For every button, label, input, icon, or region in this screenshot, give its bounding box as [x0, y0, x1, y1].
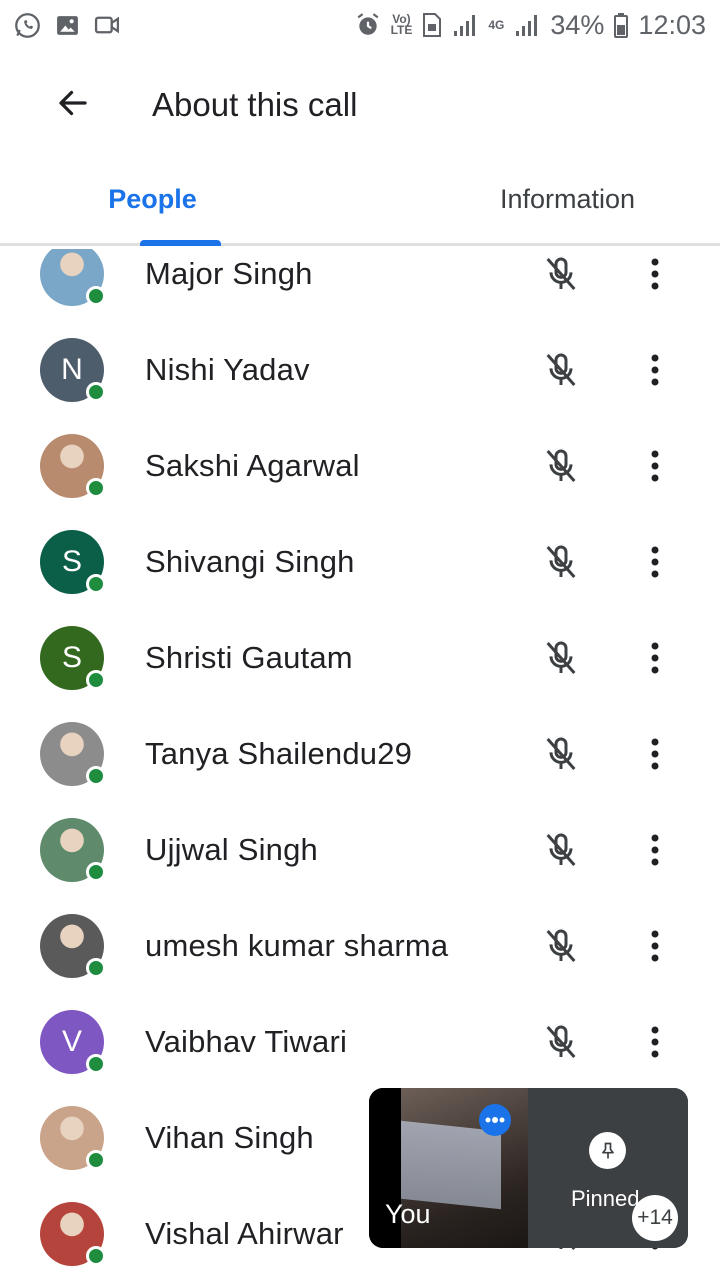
mic-off-icon[interactable]: [538, 539, 584, 585]
pinned-tile[interactable]: Pinned +14: [528, 1088, 688, 1248]
mic-off-icon[interactable]: [538, 635, 584, 681]
presence-indicator: [86, 958, 106, 978]
avatar-initial: N: [61, 353, 83, 386]
participant-name: Vishal Ahirwar: [145, 1216, 344, 1251]
participant-name: Major Singh: [145, 256, 313, 291]
status-bar: Vo) LTE 4G 34% 12:03: [0, 0, 720, 50]
tab-information-label: Information: [499, 184, 636, 214]
presence-indicator: [86, 862, 106, 882]
mic-off-icon[interactable]: [538, 923, 584, 969]
presence-indicator: [86, 670, 106, 690]
presence-indicator: [86, 382, 106, 402]
more-options-icon[interactable]: [632, 923, 678, 969]
battery-icon: [614, 12, 629, 38]
signal-icon-2: [514, 13, 540, 37]
participant-name: Nishi Yadav: [145, 352, 310, 387]
presence-indicator: [86, 478, 106, 498]
more-options-icon[interactable]: [632, 347, 678, 393]
clock: 12:03: [638, 9, 706, 40]
participant-name: Tanya Shailendu29: [145, 736, 413, 771]
participant-name: umesh kumar sharma: [145, 928, 449, 963]
mic-off-icon[interactable]: [538, 1019, 584, 1065]
presence-indicator: [86, 1150, 106, 1170]
participant-row[interactable]: Major Singh: [0, 249, 720, 322]
video-camera-icon: [94, 14, 121, 36]
network-type: 4G: [488, 17, 505, 32]
tab-people[interactable]: People: [0, 160, 385, 243]
more-participants-badge[interactable]: +14: [632, 1195, 678, 1241]
more-options-icon[interactable]: [632, 539, 678, 585]
camera-paper-image: [401, 1120, 501, 1210]
pip-window[interactable]: You Pinned +14: [369, 1088, 688, 1248]
mic-off-icon[interactable]: [538, 827, 584, 873]
app-bar: About this call: [0, 50, 720, 160]
presence-indicator: [86, 766, 106, 786]
mic-off-icon[interactable]: [538, 443, 584, 489]
whatsapp-icon: [14, 12, 41, 39]
sim-icon: [422, 12, 442, 38]
active-tab-indicator: [140, 240, 221, 246]
participant-name: Vaibhav Tiwari: [145, 1024, 348, 1059]
participant-row[interactable]: S Shristi Gautam: [0, 610, 720, 706]
more-options-icon[interactable]: [632, 251, 678, 297]
presence-indicator: [86, 574, 106, 594]
participant-row[interactable]: N Nishi Yadav: [0, 322, 720, 418]
participant-name: Shristi Gautam: [145, 640, 353, 675]
pinned-label: Pinned: [571, 1186, 640, 1211]
self-label: You: [385, 1199, 431, 1229]
more-options-icon[interactable]: [632, 731, 678, 777]
participant-row[interactable]: umesh kumar sharma: [0, 898, 720, 994]
presence-indicator: [86, 1246, 106, 1266]
presence-indicator: [86, 1054, 106, 1074]
back-button[interactable]: [28, 60, 118, 150]
participant-row[interactable]: S Shivangi Singh: [0, 514, 720, 610]
mic-off-icon[interactable]: [538, 347, 584, 393]
participant-name: Ujjwal Singh: [145, 832, 318, 867]
alarm-icon: [355, 12, 381, 38]
tab-bar: People Information: [0, 160, 720, 246]
participant-name: Sakshi Agarwal: [145, 448, 360, 483]
pin-icon: [589, 1132, 626, 1169]
mic-off-icon[interactable]: [538, 251, 584, 297]
page-title: About this call: [152, 86, 358, 123]
avatar-initial: S: [61, 641, 82, 674]
participant-name: Vihan Singh: [145, 1120, 314, 1155]
battery-percent: 34%: [550, 9, 605, 40]
participant-row[interactable]: Ujjwal Singh: [0, 802, 720, 898]
volte-indicator: Vo) LTE: [390, 12, 413, 37]
self-video-tile[interactable]: You: [369, 1088, 528, 1248]
participant-row[interactable]: V Vaibhav Tiwari: [0, 994, 720, 1090]
tab-information[interactable]: Information: [385, 160, 720, 243]
gallery-icon: [55, 13, 80, 38]
signal-icon: [452, 13, 478, 37]
avatar-initial: V: [61, 1025, 82, 1058]
more-options-icon[interactable]: [632, 635, 678, 681]
participant-row[interactable]: Sakshi Agarwal: [0, 418, 720, 514]
speaking-indicator-icon: [479, 1104, 511, 1136]
more-options-icon[interactable]: [632, 1019, 678, 1065]
more-options-icon[interactable]: [632, 827, 678, 873]
arrow-back-icon: [55, 85, 91, 126]
participant-row[interactable]: Tanya Shailendu29: [0, 706, 720, 802]
tab-people-label: People: [108, 184, 197, 214]
participant-name: Shivangi Singh: [145, 544, 355, 579]
avatar-initial: S: [61, 545, 82, 578]
presence-indicator: [86, 286, 106, 306]
mic-off-icon[interactable]: [538, 731, 584, 777]
more-options-icon[interactable]: [632, 443, 678, 489]
